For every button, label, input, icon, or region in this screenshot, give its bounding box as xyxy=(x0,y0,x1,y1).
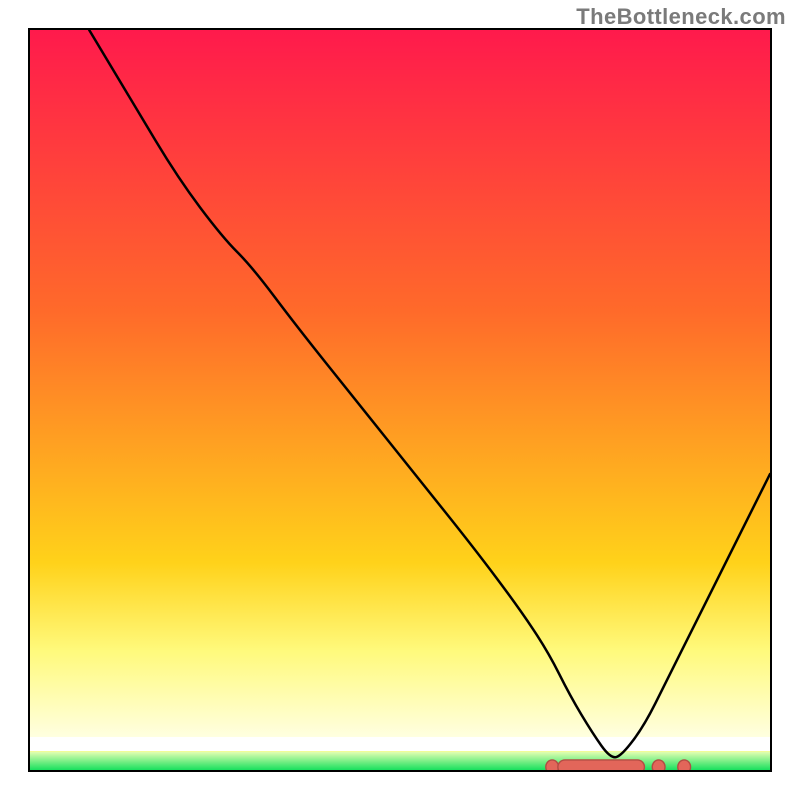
bottleneck-curve xyxy=(89,30,770,757)
curve-layer xyxy=(30,30,770,770)
optimal-range-marker xyxy=(538,747,738,772)
plot-area xyxy=(28,28,772,772)
chart-stage: TheBottleneck.com xyxy=(0,0,800,800)
watermark-text: TheBottleneck.com xyxy=(576,4,786,30)
